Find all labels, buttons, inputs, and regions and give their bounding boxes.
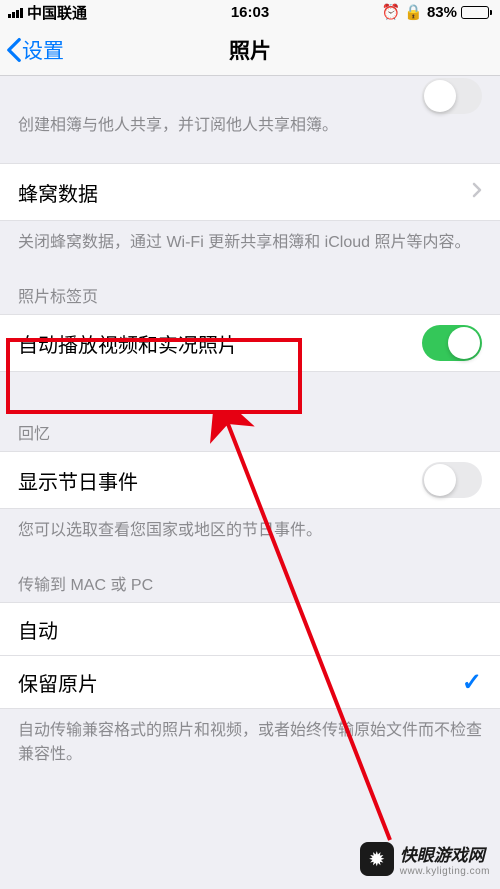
page-title: 照片 (229, 35, 271, 65)
toggle-knob (448, 327, 480, 359)
watermark-icon: ✹ (360, 842, 394, 876)
signal-icon (8, 6, 23, 18)
transfer-keep-row[interactable]: 保留原片 ✓ (0, 655, 500, 709)
status-left: 中国联通 (8, 2, 87, 23)
battery-icon (461, 6, 492, 19)
shared-albums-toggle[interactable] (422, 78, 482, 114)
autoplay-label: 自动播放视频和实况照片 (18, 329, 422, 358)
toggle-knob (424, 80, 456, 112)
checkmark-icon: ✓ (462, 668, 482, 697)
battery-pct: 83% (427, 4, 457, 21)
cellular-footer: 关闭蜂窝数据，通过 Wi-Fi 更新共享相簿和 iCloud 照片等内容。 (0, 221, 500, 255)
status-time: 16:03 (231, 4, 269, 21)
cellular-data-row[interactable]: 蜂窝数据 (0, 163, 500, 221)
back-label: 设置 (22, 35, 64, 65)
alarm-icon: ⏰ (382, 3, 401, 21)
toggle-knob (424, 464, 456, 496)
autoplay-row[interactable]: 自动播放视频和实况照片 (0, 314, 500, 372)
memories-header: 回忆 (0, 372, 500, 452)
autoplay-toggle[interactable] (422, 325, 482, 361)
status-bar: 中国联通 16:03 ⏰ 🔒 83% (0, 0, 500, 24)
transfer-footer: 自动传输兼容格式的照片和视频，或者始终传输原始文件而不检查兼容性。 (0, 709, 500, 767)
transfer-auto-label: 自动 (18, 615, 482, 644)
transfer-header: 传输到 MAC 或 PC (0, 543, 500, 603)
transfer-keep-label: 保留原片 (18, 668, 462, 697)
chevron-left-icon (6, 37, 22, 63)
watermark: ✹ 快眼游戏网 www.kyligting.com (360, 841, 490, 877)
photos-tab-header: 照片标签页 (0, 255, 500, 315)
holiday-events-toggle[interactable] (422, 462, 482, 498)
chevron-right-icon (472, 181, 482, 204)
holiday-events-row[interactable]: 显示节日事件 (0, 451, 500, 509)
watermark-url: www.kyligting.com (400, 866, 490, 877)
status-right: ⏰ 🔒 83% (382, 3, 492, 21)
transfer-auto-row[interactable]: 自动 (0, 602, 500, 656)
cellular-data-label: 蜂窝数据 (18, 178, 472, 207)
orientation-lock-icon: 🔒 (404, 3, 423, 21)
nav-bar: 设置 照片 (0, 24, 500, 76)
back-button[interactable]: 设置 (0, 35, 64, 65)
memories-footer: 您可以选取查看您国家或地区的节日事件。 (0, 509, 500, 543)
carrier-label: 中国联通 (27, 2, 87, 23)
watermark-brand: 快眼游戏网 (400, 841, 490, 866)
holiday-events-label: 显示节日事件 (18, 466, 422, 495)
